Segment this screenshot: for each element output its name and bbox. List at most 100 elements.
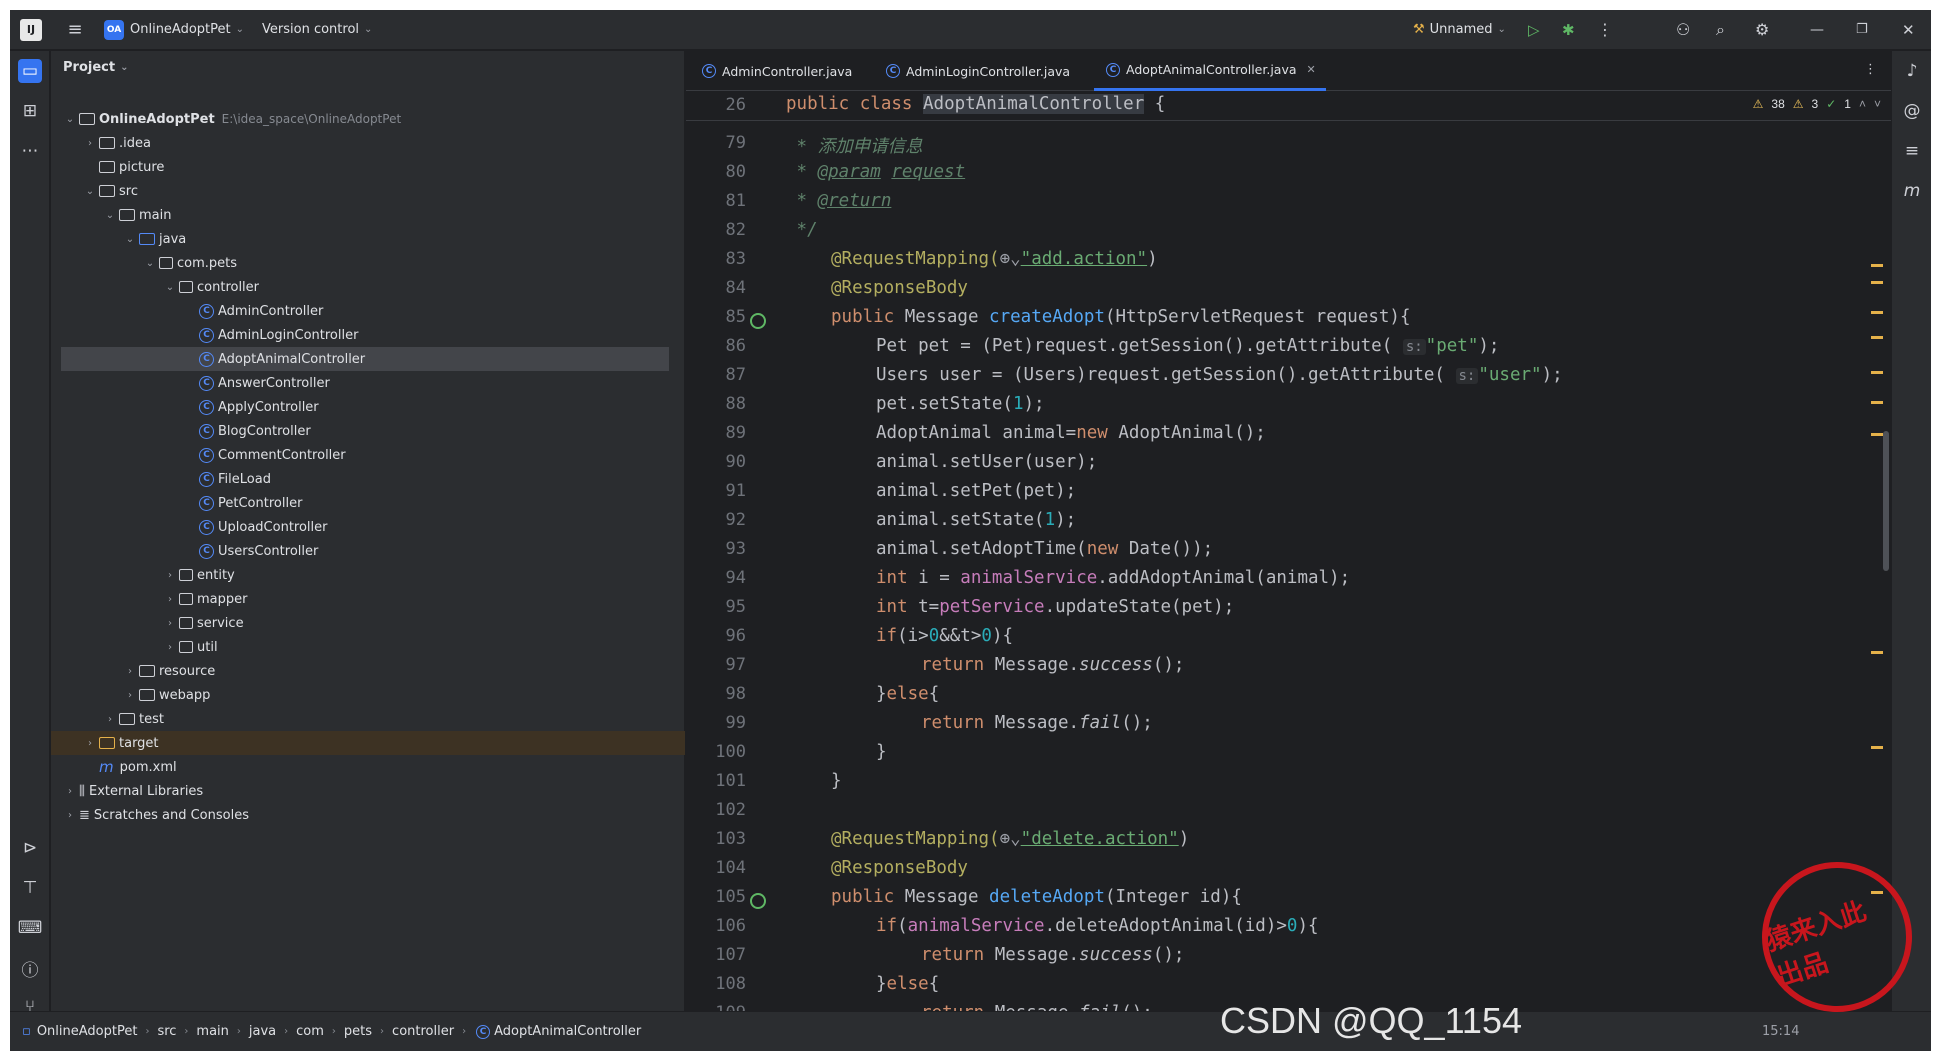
restore-icon[interactable]: ❐: [1856, 22, 1868, 37]
tree-item-selected[interactable]: C AdoptAnimalController: [61, 347, 669, 371]
line-number: 93: [725, 539, 746, 559]
watermark: CSDN @QQ_1154: [1220, 1000, 1522, 1041]
breadcrumb-item[interactable]: controller: [392, 1024, 454, 1039]
breadcrumb-item[interactable]: main: [196, 1024, 228, 1039]
web-endpoint-gutter-icon[interactable]: [750, 313, 766, 329]
scroll-marker[interactable]: [1871, 651, 1883, 654]
terminal-icon[interactable]: ⌨: [18, 916, 43, 940]
scroll-marker[interactable]: [1871, 336, 1883, 339]
inspection-widget[interactable]: ⚠ 38 ⚠ 3 ✓ 1 ˄ ˅: [1753, 97, 1881, 111]
code-line: return Message.success();: [921, 945, 1185, 965]
tree-item[interactable]: C UploadController: [51, 515, 685, 539]
run-config-selector[interactable]: ⚒ Unnamed ⌄: [1413, 22, 1506, 37]
tab-admincontroller[interactable]: C AdminController.java: [700, 51, 852, 91]
tree-item[interactable]: › target: [51, 731, 685, 755]
chevron-up-icon[interactable]: ˄: [1859, 97, 1866, 111]
code-view[interactable]: 79 80 81 82 83 84 85 86 87 88 89 90 91 9…: [686, 91, 1891, 1023]
scroll-marker[interactable]: [1871, 433, 1883, 436]
tree-item[interactable]: picture: [51, 155, 685, 179]
close-icon[interactable]: ✕: [1902, 21, 1915, 39]
bell-icon[interactable]: ♪: [1900, 59, 1924, 83]
tree-item[interactable]: › webapp: [51, 683, 685, 707]
tree-root[interactable]: ⌄ OnlineAdoptPet E:\idea_space\OnlineAdo…: [51, 107, 685, 131]
tree-item[interactable]: C FileLoad: [51, 467, 685, 491]
scroll-marker[interactable]: [1871, 401, 1883, 404]
tree-item[interactable]: › entity: [51, 563, 685, 587]
breadcrumb-item[interactable]: pets: [344, 1024, 372, 1039]
tree-item[interactable]: C CommentController: [51, 443, 685, 467]
code-line: @RequestMapping(⊕⌄"add.action"): [831, 249, 1158, 269]
settings-gear-icon[interactable]: ⚙: [1755, 20, 1769, 39]
structure-icon[interactable]: ⊞: [18, 99, 42, 123]
tree-item[interactable]: C AdminLoginController: [51, 323, 685, 347]
tree-item[interactable]: › test: [51, 707, 685, 731]
chevron-down-icon[interactable]: ˅: [1874, 97, 1881, 111]
folder-icon[interactable]: ▭: [18, 59, 42, 83]
vcs-menu[interactable]: Version control ⌄: [262, 22, 372, 37]
tree-item[interactable]: C PetController: [51, 491, 685, 515]
code-line: animal.setState(1);: [876, 510, 1077, 530]
tree-item[interactable]: C AdminController: [51, 299, 685, 323]
code-line: animal.setPet(pet);: [876, 481, 1077, 501]
tree-item[interactable]: › .idea: [51, 131, 685, 155]
line-number: 84: [725, 278, 746, 298]
line-number: 26: [725, 95, 746, 115]
vertical-scrollbar[interactable]: [1883, 431, 1889, 571]
tab-options-icon[interactable]: ⋮: [1864, 62, 1877, 77]
tree-item[interactable]: › util: [51, 635, 685, 659]
scroll-marker[interactable]: [1871, 281, 1883, 284]
tree-item[interactable]: › ≣ Scratches and Consoles: [51, 803, 685, 827]
problems-icon[interactable]: ⓘ: [18, 956, 42, 981]
package-icon: [179, 641, 193, 653]
search-icon[interactable]: ⌕: [1716, 20, 1725, 40]
services-run-icon[interactable]: ⊳: [18, 836, 42, 860]
line-number: 83: [725, 249, 746, 269]
scroll-marker[interactable]: [1871, 264, 1883, 267]
project-switcher[interactable]: OnlineAdoptPet ⌄: [130, 22, 244, 37]
debug-icon[interactable]: ✱: [1562, 21, 1575, 39]
tree-item[interactable]: ⌄ main: [51, 203, 685, 227]
code-line: * 添加申请信息: [786, 137, 923, 157]
breadcrumb-item[interactable]: com: [296, 1024, 324, 1039]
run-icon[interactable]: ▷: [1528, 21, 1540, 39]
package-icon: [179, 281, 193, 293]
minimize-icon[interactable]: —: [1810, 22, 1824, 38]
more-icon[interactable]: ⋯: [18, 139, 42, 163]
tree-item[interactable]: C ApplyController: [51, 395, 685, 419]
folder-icon: [119, 209, 135, 221]
main-menu-icon[interactable]: ≡: [64, 19, 86, 41]
web-endpoint-gutter-icon[interactable]: [750, 893, 766, 909]
project-panel-header[interactable]: Project ⌄: [51, 51, 684, 83]
build-icon[interactable]: ⊤: [18, 876, 42, 900]
tab-adoptanimalcontroller[interactable]: C AdoptAnimalController.java ✕: [1094, 51, 1326, 91]
scroll-marker[interactable]: [1871, 371, 1883, 374]
maven-icon[interactable]: m: [1900, 179, 1924, 203]
breadcrumb-item[interactable]: java: [249, 1024, 276, 1039]
breadcrumb-item[interactable]: AdoptAnimalController: [494, 1024, 641, 1039]
tree-item[interactable]: ⌄ java: [51, 227, 685, 251]
tree-item[interactable]: ⌄ controller: [51, 275, 685, 299]
add-user-icon[interactable]: ⚇: [1676, 20, 1690, 39]
close-tab-icon[interactable]: ✕: [1307, 63, 1316, 76]
tree-item[interactable]: › resource: [51, 659, 685, 683]
cursor-position[interactable]: 15:14: [1762, 1024, 1799, 1039]
tree-item[interactable]: › mapper: [51, 587, 685, 611]
breadcrumb-item[interactable]: OnlineAdoptPet: [37, 1024, 138, 1039]
chevron-right-icon: ›: [168, 569, 172, 581]
tree-item[interactable]: C AnswerController: [51, 371, 685, 395]
code-line: }: [876, 742, 887, 762]
tree-item[interactable]: C BlogController: [51, 419, 685, 443]
more-actions-icon[interactable]: ⋮: [1597, 20, 1613, 39]
tree-item[interactable]: C UsersController: [51, 539, 685, 563]
ai-icon[interactable]: @: [1900, 99, 1924, 123]
tree-item[interactable]: ⌄ com.pets: [51, 251, 685, 275]
database-icon[interactable]: ≡: [1900, 139, 1924, 163]
tree-item[interactable]: › service: [51, 611, 685, 635]
tree-item[interactable]: m pom.xml: [51, 755, 685, 779]
breadcrumb-item[interactable]: src: [157, 1024, 176, 1039]
tab-adminlogincontroller[interactable]: C AdminLoginController.java: [884, 51, 1070, 91]
tree-item[interactable]: ⌄ src: [51, 179, 685, 203]
scroll-marker[interactable]: [1871, 311, 1883, 314]
scroll-marker[interactable]: [1871, 746, 1883, 749]
tree-item[interactable]: › ⫼ External Libraries: [51, 779, 685, 803]
